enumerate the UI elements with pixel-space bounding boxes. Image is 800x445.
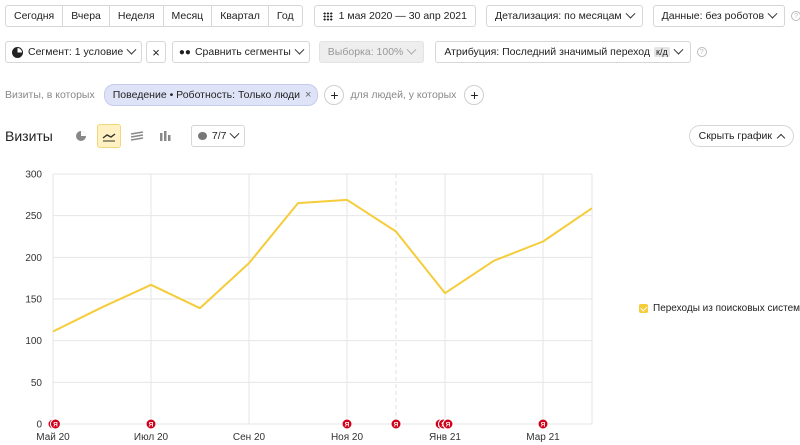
annotation-marker-label: Я (51, 422, 56, 429)
x-tick-label: Май 20 (36, 432, 70, 443)
annotations-count: 7/7 (211, 130, 227, 142)
chevron-down-icon (625, 8, 636, 19)
attribution-dropdown[interactable]: Атрибуция: Последний значимый переход к/… (435, 41, 691, 63)
clear-segment-button[interactable]: × (146, 41, 166, 63)
chart-title: Визиты (5, 128, 53, 144)
y-tick-label: 200 (25, 253, 42, 264)
compare-label: Сравнить сегменты (194, 46, 291, 58)
sample-label: Выборка: 100% (327, 46, 404, 58)
detail-label: Детализация: по месяцам (494, 10, 622, 22)
pie-chart-icon (75, 131, 86, 141)
period-button[interactable]: Год (267, 6, 302, 26)
annotation-marker-label: Я (541, 422, 546, 429)
annotation-marker-label: Я (394, 422, 399, 429)
y-tick-label: 250 (25, 211, 42, 222)
chevron-down-icon (767, 8, 778, 19)
y-tick-label: 300 (25, 170, 42, 181)
y-tick-label: 50 (31, 378, 43, 389)
period-button[interactable]: Неделя (108, 6, 163, 26)
plus-icon: + (470, 87, 479, 103)
comment-icon (197, 132, 207, 140)
segment-dropdown[interactable]: Сегмент: 1 условие (5, 41, 143, 63)
x-tick-label: Ноя 20 (331, 432, 364, 443)
chart-type-bar[interactable] (153, 124, 177, 148)
annotation-marker (49, 418, 61, 430)
hide-chart-button[interactable]: Скрыть график (688, 125, 794, 147)
chart-type-line[interactable] (96, 124, 121, 148)
annotation-marker (438, 418, 450, 430)
chevron-down-icon (673, 44, 684, 55)
chevron-down-icon (406, 44, 417, 55)
period-selector: Сегодня Вчера Неделя Месяц Квартал Год (5, 5, 303, 27)
plus-icon: + (330, 87, 339, 103)
annotation-marker-label: Я (53, 422, 58, 429)
annotation-marker (537, 418, 549, 430)
legend-checkbox[interactable] (639, 304, 648, 313)
chevron-down-icon (126, 44, 137, 55)
x-tick-label: Мар 21 (526, 432, 560, 443)
y-tick-label: 150 (25, 295, 42, 306)
info-icon[interactable]: ? (696, 47, 707, 57)
area-chart-icon (130, 131, 143, 141)
compare-segments-dropdown[interactable]: ●● Сравнить сегменты (171, 41, 310, 63)
period-button[interactable]: Сегодня (6, 6, 62, 26)
annotation-marker-label: Я (441, 422, 446, 429)
annotation-marker (390, 418, 402, 430)
annotation-marker (434, 418, 446, 430)
chevron-down-icon (294, 44, 305, 55)
attribution-badge: к/д (654, 47, 670, 57)
calendar-icon (322, 11, 333, 21)
sample-dropdown[interactable]: Выборка: 100% (318, 41, 425, 63)
period-button[interactable]: Вчера (62, 6, 109, 26)
date-range-button[interactable]: 1 мая 2020 — 30 апр 2021 (313, 5, 476, 27)
hide-chart-label: Скрыть график (698, 130, 772, 142)
add-people-filter-button[interactable]: + (464, 85, 485, 105)
filter-chip[interactable]: Поведение • Роботность: Только люди × (103, 84, 319, 106)
annotation-marker-label: Я (438, 422, 443, 429)
add-visit-filter-button[interactable]: + (324, 85, 345, 105)
annotation-marker (341, 418, 353, 430)
bar-chart-icon (159, 131, 171, 141)
line-chart-icon (102, 133, 116, 142)
info-icon[interactable]: ? (791, 11, 800, 21)
x-tick-label: Июл 20 (134, 432, 169, 443)
y-tick-label: 0 (36, 420, 42, 431)
chart-type-area[interactable] (125, 124, 149, 148)
chevron-down-icon (230, 128, 240, 139)
legend-item[interactable]: Переходы из поисковых систем (639, 303, 800, 314)
filter-prefix: Визиты, в которых (5, 89, 95, 101)
annotation-marker-label: Я (446, 422, 451, 429)
people-filter-prefix: для людей, у которых (350, 89, 457, 101)
x-tick-label: Янв 21 (429, 432, 461, 443)
series-line (52, 198, 593, 333)
annotations-dropdown[interactable]: 7/7 (190, 125, 246, 147)
chevron-up-icon (776, 133, 786, 142)
pie-icon (12, 46, 23, 58)
y-tick-label: 100 (25, 336, 42, 347)
period-button[interactable]: Месяц (162, 6, 212, 26)
chart-type-pie[interactable] (69, 124, 93, 148)
robots-dropdown[interactable]: Данные: без роботов (652, 5, 786, 27)
annotation-marker (145, 418, 157, 430)
robots-label: Данные: без роботов (661, 10, 765, 22)
segment-label: Сегмент: 1 условие (28, 46, 124, 58)
annotation-marker (47, 418, 59, 430)
attribution-label: Атрибуция: Последний значимый переход (444, 46, 651, 58)
close-icon: × (152, 44, 160, 60)
x-tick-label: Сен 20 (233, 432, 266, 443)
legend-label: Переходы из поисковых систем (653, 303, 800, 314)
compare-icon: ●● (178, 46, 191, 58)
close-icon[interactable]: × (305, 89, 311, 101)
annotation-marker-label: Я (345, 422, 350, 429)
date-range-label: 1 мая 2020 — 30 апр 2021 (338, 10, 467, 22)
annotation-marker-label: Я (149, 422, 154, 429)
detail-dropdown[interactable]: Детализация: по месяцам (485, 5, 643, 27)
period-button[interactable]: Квартал (211, 6, 268, 26)
visits-line-chart: 0 50 100 150 200 250 300 Май 20 Июл 20 Сен 20 Ноя … (25, 170, 593, 443)
filter-chip-label: Поведение • Роботность: Только люди (112, 89, 301, 101)
annotation-marker (442, 418, 454, 430)
